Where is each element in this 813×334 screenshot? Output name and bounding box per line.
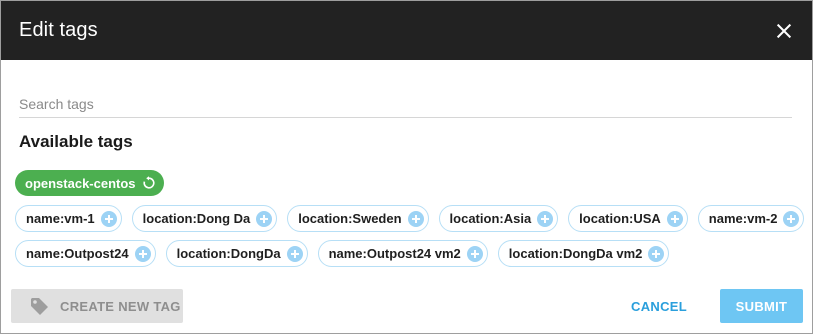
tag-label: name:Outpost24 vm2 [328, 246, 461, 261]
tag-label: location:DongDa vm2 [508, 246, 643, 261]
cancel-button[interactable]: CANCEL [620, 289, 698, 323]
plus-icon[interactable] [466, 245, 483, 262]
tag-label: location:DongDa [176, 246, 281, 261]
tag-chip[interactable]: location:Dong Da [131, 205, 278, 232]
tag-list-row-1: name:vm-1 location:Dong Da location:Swed… [15, 205, 813, 232]
dialog-header: Edit tags [1, 1, 812, 60]
tag-label: location:Dong Da [142, 211, 251, 226]
tag-chip[interactable]: name:vm-1 [15, 205, 122, 232]
reset-icon[interactable] [142, 176, 156, 190]
search-input[interactable] [19, 91, 792, 118]
tag-label: name:Outpost24 [26, 246, 129, 261]
search-field [19, 91, 792, 118]
plus-icon[interactable] [407, 210, 424, 227]
plus-icon[interactable] [648, 245, 665, 262]
tag-list-row-2: name:Outpost24 location:DongDa name:Outp… [15, 240, 679, 267]
close-icon[interactable] [774, 21, 794, 41]
active-tag-chip[interactable]: openstack-centos [15, 170, 164, 196]
active-tags: openstack-centos [15, 170, 164, 196]
submit-button[interactable]: SUBMIT [720, 289, 803, 323]
available-tags-heading: Available tags [19, 132, 133, 151]
plus-icon[interactable] [783, 210, 800, 227]
create-new-tag-button[interactable]: CREATE NEW TAG [11, 289, 183, 323]
plus-icon[interactable] [537, 210, 554, 227]
tag-chip[interactable]: name:Outpost24 vm2 [317, 240, 488, 267]
tag-label: location:Asia [449, 211, 532, 226]
create-new-tag-label: CREATE NEW TAG [60, 298, 181, 314]
tag-label: name:vm-1 [26, 211, 95, 226]
active-tag-label: openstack-centos [25, 175, 136, 191]
tag-chip[interactable]: name:vm-2 [697, 205, 805, 232]
dialog-title: Edit tags [19, 19, 98, 41]
tag-label: name:vm-2 [708, 211, 778, 226]
dialog-footer: CREATE NEW TAG CANCEL SUBMIT [1, 289, 812, 323]
tag-chip[interactable]: location:Asia [438, 205, 559, 232]
tag-chip[interactable]: location:DongDa [165, 240, 308, 267]
plus-icon[interactable] [256, 210, 273, 227]
plus-icon[interactable] [666, 210, 683, 227]
tag-chip[interactable]: location:USA [568, 205, 688, 232]
tag-chip[interactable]: name:Outpost24 [15, 240, 156, 267]
tag-label: location:Sweden [298, 211, 402, 226]
edit-tags-dialog: Edit tags Available tags openstack-cento… [0, 0, 813, 334]
tag-label: location:USA [579, 211, 661, 226]
tag-icon [30, 297, 49, 316]
tag-chip[interactable]: location:DongDa vm2 [497, 240, 670, 267]
plus-icon[interactable] [286, 245, 303, 262]
plus-icon[interactable] [100, 210, 117, 227]
tag-chip[interactable]: location:Sweden [287, 205, 429, 232]
plus-icon[interactable] [134, 245, 151, 262]
